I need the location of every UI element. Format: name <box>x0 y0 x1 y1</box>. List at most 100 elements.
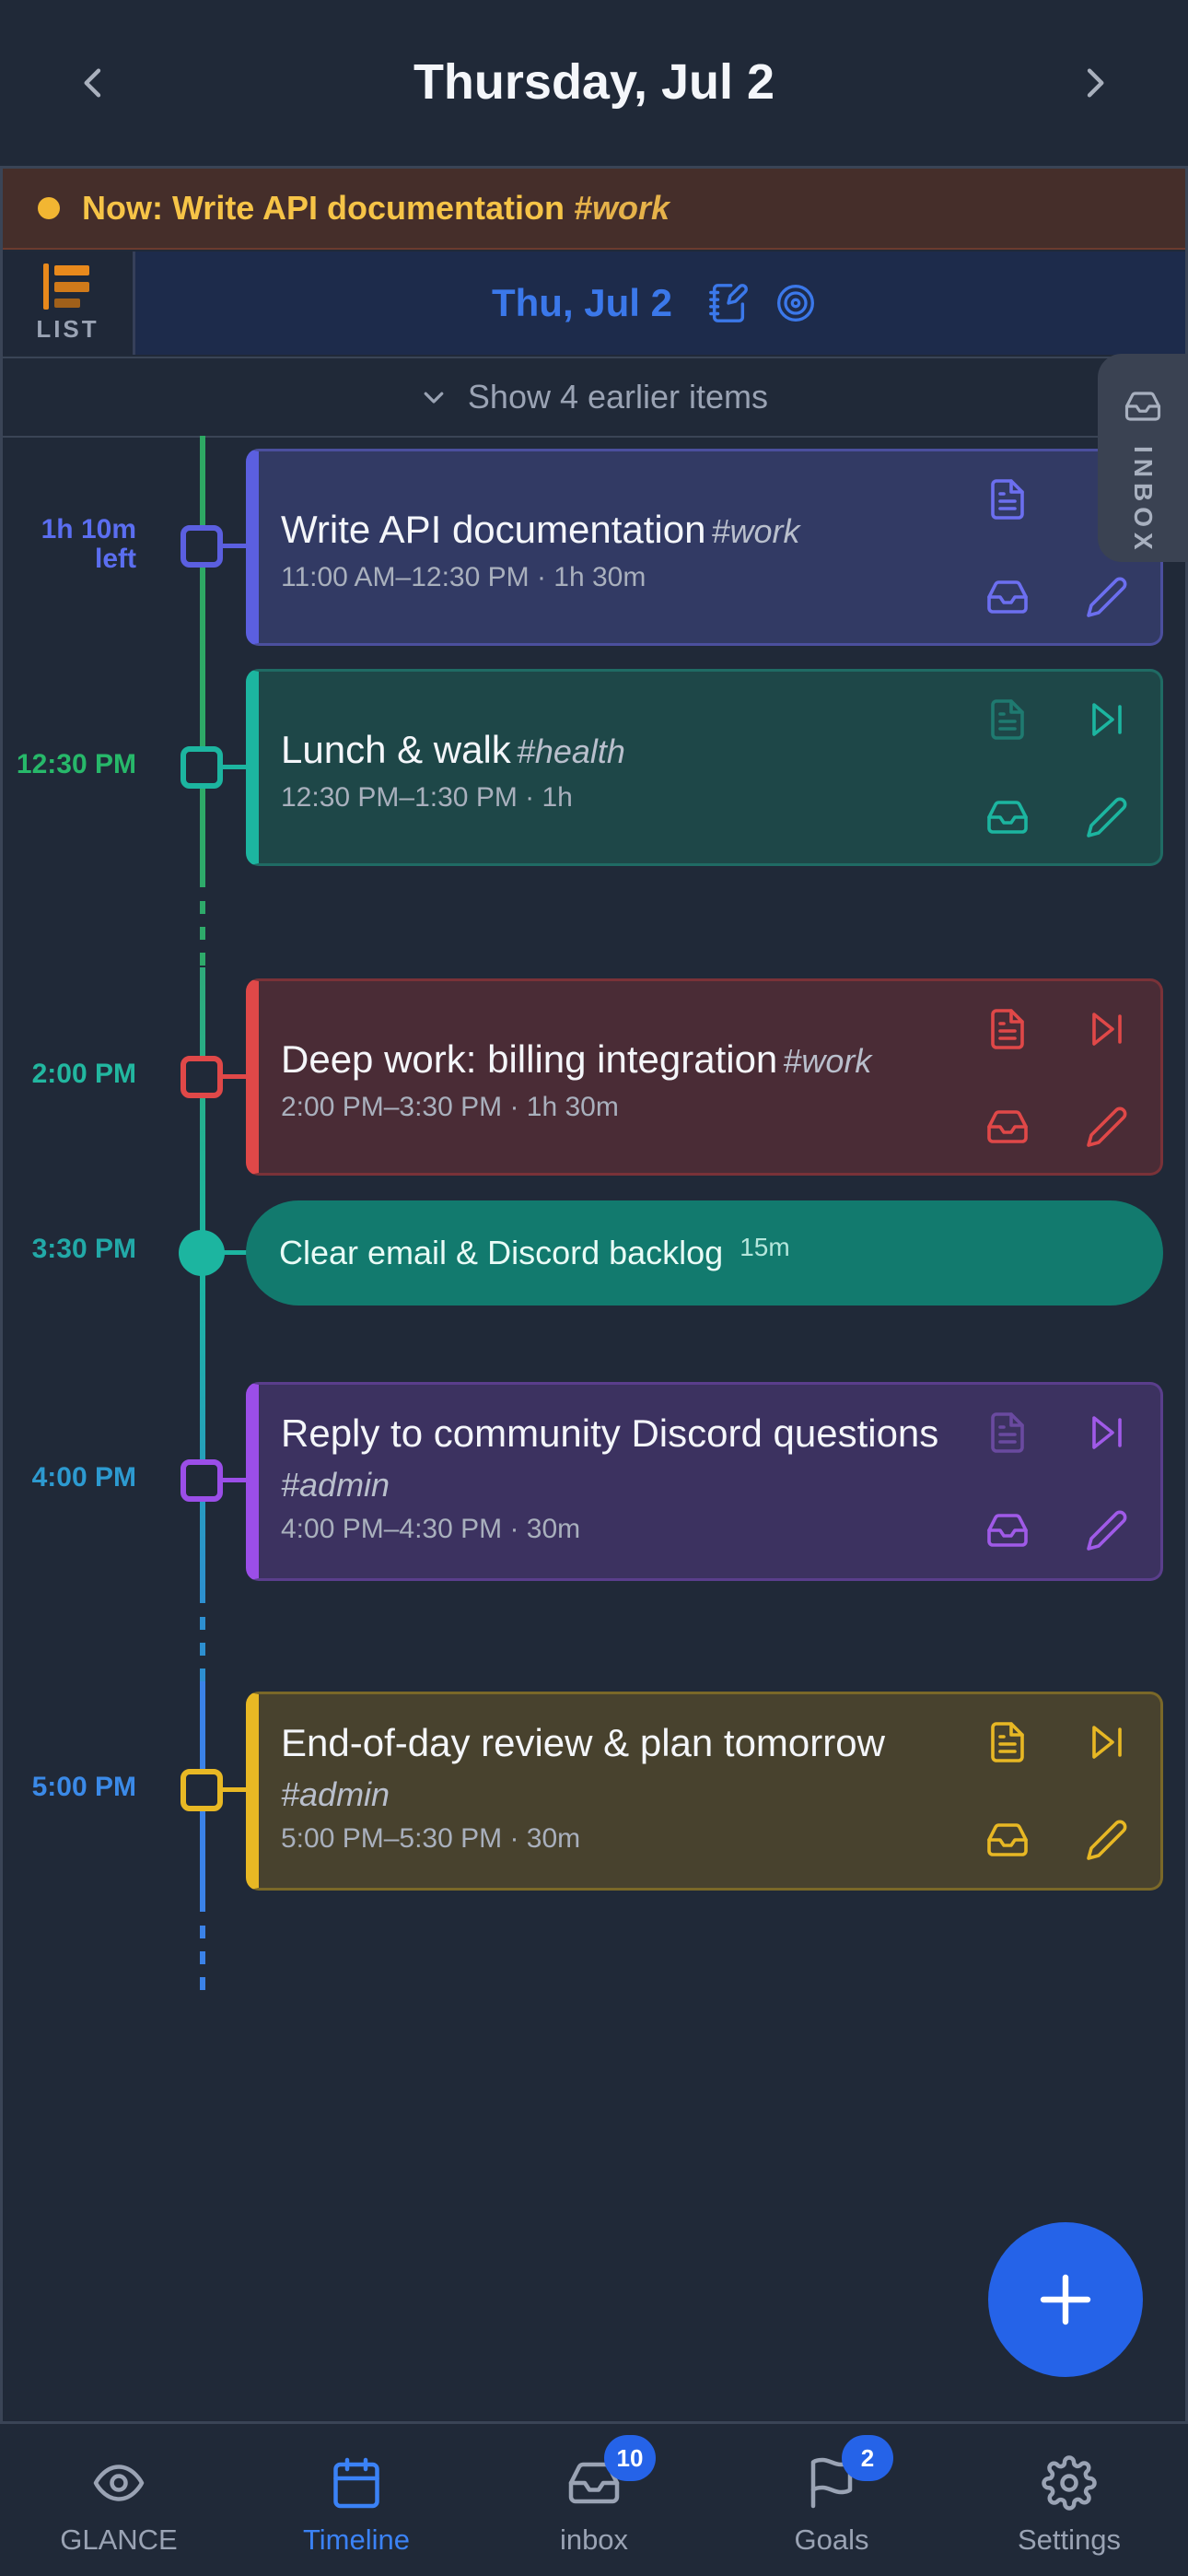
skip-forward-icon[interactable] <box>1085 1411 1129 1455</box>
edit-pencil-icon[interactable] <box>1085 1105 1129 1149</box>
date-band-date: Thu, Jul 2 <box>491 281 672 324</box>
notes-icon[interactable] <box>985 477 1030 521</box>
task-node[interactable] <box>181 1056 223 1098</box>
tab-label: GLANCE <box>60 2523 178 2556</box>
tab-label: inbox <box>559 2523 629 2556</box>
page-title: Thursday, Jul 2 <box>413 54 775 110</box>
task-node[interactable] <box>181 1769 223 1811</box>
skip-forward-icon[interactable] <box>1085 1007 1129 1051</box>
timeline-gap <box>200 1926 205 1990</box>
calendar-icon <box>333 2457 379 2509</box>
quick-item-duration: 15m <box>740 1233 790 1261</box>
quick-item-title: Clear email & Discord backlog <box>279 1234 724 1271</box>
inbox-side-tab-label: INBOX <box>1129 446 1158 556</box>
task-time: 12:30 PM–1:30 PM · 1h <box>281 782 573 813</box>
date-band: Thu, Jul 2 <box>135 252 1185 355</box>
node-connector <box>223 1250 247 1255</box>
skip-forward-icon[interactable] <box>1085 697 1129 742</box>
gear-icon <box>1042 2455 1097 2511</box>
move-to-inbox-icon[interactable] <box>985 1818 1030 1862</box>
next-day-button[interactable] <box>1057 46 1131 120</box>
tab-glance[interactable]: GLANCE <box>0 2424 238 2576</box>
chevron-left-icon <box>84 68 101 98</box>
time-label: 12:30 PM <box>16 749 136 779</box>
task-tag: #admin <box>281 1466 390 1504</box>
tab-label: Timeline <box>303 2523 410 2556</box>
list-view-button[interactable]: LIST <box>3 252 135 355</box>
move-to-inbox-icon[interactable] <box>985 795 1030 839</box>
task-time: 2:00 PM–3:30 PM · 1h 30m <box>281 1092 619 1122</box>
tab-settings[interactable]: Settings <box>950 2424 1188 2576</box>
task-node[interactable] <box>181 1459 223 1502</box>
previous-day-button[interactable] <box>57 46 131 120</box>
task-time: 5:00 PM–5:30 PM · 30m <box>281 1823 581 1854</box>
quick-item-node[interactable] <box>179 1230 225 1276</box>
task-title: Write API documentation #work <box>281 508 800 551</box>
inbox-icon <box>1124 392 1161 421</box>
eye-icon <box>93 2465 145 2501</box>
edit-pencil-icon[interactable] <box>1085 1818 1129 1862</box>
task-time: 4:00 PM–4:30 PM · 30m <box>281 1514 581 1544</box>
time-label: 2:00 PM <box>31 1059 136 1089</box>
edit-pencil-icon[interactable] <box>1085 1508 1129 1552</box>
timeline-line <box>200 1271 205 1603</box>
notes-icon[interactable] <box>985 1007 1030 1051</box>
time-label: 4:00 PM <box>31 1462 136 1493</box>
time-remaining-label: 1h 10m left <box>41 514 136 574</box>
task-card[interactable]: Reply to community Discord questions #ad… <box>246 1382 1163 1581</box>
move-to-inbox-icon[interactable] <box>985 575 1030 619</box>
notebook-pen-icon <box>709 284 748 322</box>
chevron-down-icon <box>424 392 444 404</box>
focus-target-button[interactable] <box>775 283 816 323</box>
list-view-label: LIST <box>36 314 99 343</box>
day-header: Thursday, Jul 2 <box>0 0 1188 164</box>
timeline-gap <box>200 901 205 966</box>
now-banner-title: Now: Write API documentation <box>82 189 565 227</box>
now-banner[interactable]: Now: Write API documentation #work <box>3 169 1185 250</box>
edit-pencil-icon[interactable] <box>1085 575 1129 619</box>
task-node[interactable] <box>181 525 223 568</box>
inbox-side-tab[interactable]: INBOX <box>1098 354 1188 562</box>
notes-icon[interactable] <box>985 1720 1030 1764</box>
skip-forward-icon[interactable] <box>1085 1720 1129 1764</box>
move-to-inbox-icon[interactable] <box>985 1508 1030 1552</box>
list-icon <box>42 263 89 310</box>
task-title: Lunch & walk #health <box>281 728 625 771</box>
edit-pencil-icon[interactable] <box>1085 795 1129 839</box>
move-to-inbox-icon[interactable] <box>985 1105 1030 1149</box>
inbox-count-badge: 10 <box>604 2435 656 2481</box>
journal-edit-button[interactable] <box>707 282 750 324</box>
now-dot-icon <box>38 197 60 219</box>
task-card[interactable]: Write API documentation #work 11:00 AM–12… <box>246 449 1163 646</box>
task-title: Deep work: billing integration #work <box>281 1037 872 1081</box>
node-connector <box>223 1478 247 1482</box>
tab-timeline[interactable]: Timeline <box>238 2424 475 2576</box>
tab-label: Goals <box>794 2523 869 2556</box>
task-time: 11:00 AM–12:30 PM · 1h 30m <box>281 562 646 592</box>
timeline-line <box>200 546 205 887</box>
add-item-button[interactable] <box>988 2222 1143 2377</box>
show-earlier-button[interactable]: Show 4 earlier items <box>3 357 1185 438</box>
tab-goals[interactable]: 2 Goals <box>713 2424 950 2576</box>
node-connector <box>223 765 247 769</box>
show-earlier-label: Show 4 earlier items <box>467 378 769 416</box>
goals-count-badge: 2 <box>842 2435 893 2481</box>
quick-item[interactable]: Clear email & Discord backlog 15m <box>246 1200 1163 1306</box>
task-card[interactable]: Deep work: billing integration #work 2:00… <box>246 978 1163 1176</box>
node-connector <box>223 544 247 548</box>
target-icon <box>777 285 814 322</box>
time-label: 5:00 PM <box>31 1772 136 1802</box>
task-card[interactable]: Lunch & walk #health 12:30 PM–1:30 PM · 1… <box>246 669 1163 866</box>
tab-inbox[interactable]: 10 inbox <box>475 2424 713 2576</box>
task-title: End-of-day review & plan tomorrow <box>281 1721 885 1764</box>
task-node[interactable] <box>181 746 223 789</box>
notes-icon[interactable] <box>985 1411 1030 1455</box>
time-label: 3:30 PM <box>31 1234 136 1264</box>
chevron-right-icon <box>1087 68 1104 98</box>
notes-icon[interactable] <box>985 697 1030 742</box>
timeline-gap <box>200 1617 205 1681</box>
task-tag: #admin <box>281 1775 390 1813</box>
now-banner-tag: #work <box>574 189 670 227</box>
task-card[interactable]: End-of-day review & plan tomorrow #admin… <box>246 1692 1163 1891</box>
timeline-line <box>200 967 205 1244</box>
